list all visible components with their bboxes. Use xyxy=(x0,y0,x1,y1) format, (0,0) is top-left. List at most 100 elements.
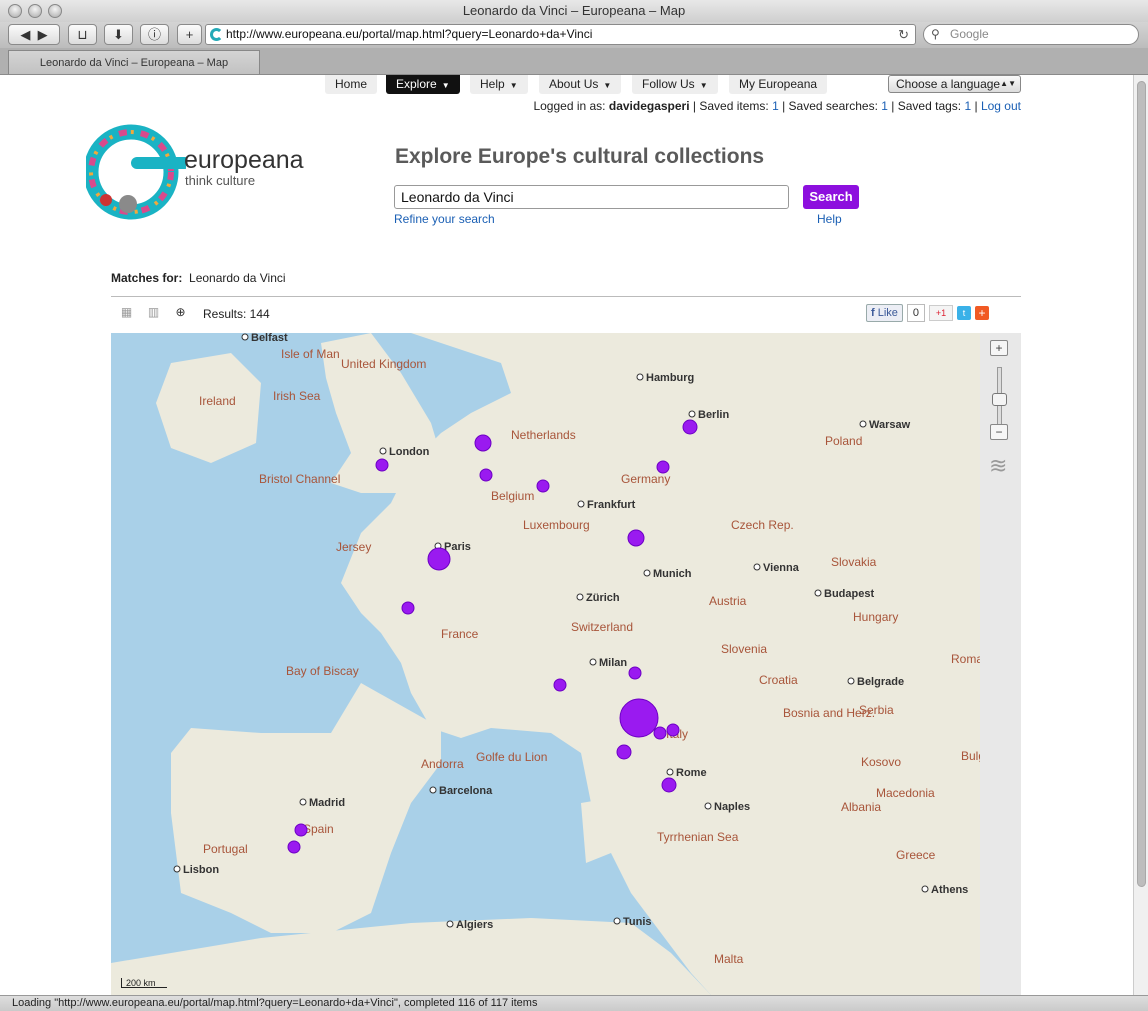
info-button[interactable]: ⓘ xyxy=(140,24,169,45)
city-dot xyxy=(636,373,644,381)
city-dot xyxy=(643,569,651,577)
back-forward-buttons[interactable]: ◀ ▶ xyxy=(8,24,60,45)
map-canvas[interactable]: Ireland United KingdomIsle of Man Irish Se… xyxy=(111,333,980,995)
addthis-icon[interactable]: + xyxy=(975,306,990,320)
grid-view-icon[interactable]: ▦ xyxy=(116,305,137,321)
zoom-window-button[interactable] xyxy=(48,4,62,18)
nav-my-europeana[interactable]: My Europeana xyxy=(729,75,828,94)
google-plus-button[interactable]: +1 xyxy=(929,305,954,321)
result-marker[interactable] xyxy=(619,698,659,738)
land-north-africa xyxy=(111,918,711,995)
refine-search-link[interactable]: Refine your search xyxy=(394,212,495,226)
download-icon: ⬇ xyxy=(113,27,124,42)
result-marker[interactable] xyxy=(661,777,677,793)
result-marker[interactable] xyxy=(479,468,493,482)
bookmarks-button[interactable]: ⊔ xyxy=(68,24,97,45)
zoom-in-button[interactable]: + xyxy=(990,340,1008,356)
search-input[interactable]: ⚲ Google xyxy=(923,24,1139,45)
result-marker[interactable] xyxy=(656,460,670,474)
nav-follow-us[interactable]: Follow Us ▼ xyxy=(632,75,718,94)
like-label: Like xyxy=(877,307,898,319)
zoom-slider-handle[interactable] xyxy=(992,393,1007,406)
tab-active[interactable]: Leonardo da Vinci – Europeana – Map xyxy=(8,50,260,74)
nav-about-us[interactable]: About Us ▼ xyxy=(539,75,622,94)
web-page: Home Explore ▼ Help ▼ About Us ▼ Follow Us ▼… xyxy=(0,75,1133,995)
window-controls xyxy=(8,4,62,18)
map-region-label: Albania xyxy=(841,800,881,814)
city-dot xyxy=(921,885,929,893)
logout-link[interactable]: Log out xyxy=(981,99,1021,113)
result-marker[interactable] xyxy=(401,601,415,615)
europeana-logo[interactable] xyxy=(86,122,186,232)
map-city-label: Athens xyxy=(931,884,968,896)
timeline-view-icon[interactable]: ▥ xyxy=(143,305,164,321)
page-scrollbar-thumb[interactable] xyxy=(1137,81,1146,887)
saved-items-label: Saved items: xyxy=(699,99,773,113)
city-dot xyxy=(577,500,585,508)
search-button[interactable]: Search xyxy=(803,185,859,209)
result-marker[interactable] xyxy=(287,840,301,854)
layers-icon[interactable]: ≋ xyxy=(989,453,1007,479)
result-marker[interactable] xyxy=(666,723,680,737)
chevron-down-icon: ▼ xyxy=(603,81,612,90)
address-bar[interactable]: http://www.europeana.eu/portal/map.html?… xyxy=(205,24,916,45)
login-bar: Logged in as: davidegasperi | Saved item… xyxy=(533,99,1021,113)
nav-explore[interactable]: Explore ▼ xyxy=(386,75,460,94)
map-region-label: France xyxy=(441,627,479,641)
browser-toolbar: ◀ ▶ ⊔ ⬇ ⓘ + http://www.europeana.eu/port… xyxy=(0,22,1148,48)
result-marker[interactable] xyxy=(628,666,642,680)
close-window-button[interactable] xyxy=(8,4,22,18)
address-text: http://www.europeana.eu/portal/map.html?… xyxy=(226,27,593,41)
chevron-down-icon: ▼ xyxy=(509,81,518,90)
result-marker[interactable] xyxy=(627,529,645,547)
map-region-label: Belgium xyxy=(491,489,534,503)
status-bar: Loading "http://www.europeana.eu/portal/… xyxy=(0,995,1148,1011)
result-marker[interactable] xyxy=(553,678,567,692)
result-marker[interactable] xyxy=(474,434,492,452)
saved-items-link[interactable]: 1 xyxy=(772,99,779,113)
map-city-label: Belfast xyxy=(251,333,288,344)
city-dot xyxy=(613,917,621,925)
map-view-icon[interactable]: ⊕ xyxy=(170,305,191,321)
map-region-label: Croatia xyxy=(759,673,798,687)
result-marker[interactable] xyxy=(427,547,451,571)
nav-help[interactable]: Help ▼ xyxy=(470,75,528,94)
result-marker[interactable] xyxy=(375,458,389,472)
twitter-icon[interactable]: t xyxy=(957,306,972,320)
results-map[interactable]: Ireland United Kingdom Isle of Man Irish Se… xyxy=(111,333,980,995)
map-region-label: Isle of Man xyxy=(281,347,340,361)
zoom-out-button[interactable]: − xyxy=(990,424,1008,440)
chevron-down-icon: ▼ xyxy=(441,81,450,90)
forward-icon[interactable]: ▶ xyxy=(38,27,48,42)
map-region-label: Luxembourg xyxy=(523,518,590,532)
bookmarks-icon: ⊔ xyxy=(77,27,88,42)
search-help-link[interactable]: Help xyxy=(817,212,842,226)
back-icon[interactable]: ◀ xyxy=(20,27,30,42)
language-select[interactable]: Choose a language ▲▼ xyxy=(888,75,1021,93)
map-region-label: Kosovo xyxy=(861,755,901,769)
result-marker[interactable] xyxy=(294,823,308,837)
result-marker[interactable] xyxy=(653,726,667,740)
result-marker[interactable] xyxy=(682,419,698,435)
map-city-label: London xyxy=(389,446,430,458)
matches-line: Matches for: Leonardo da Vinci xyxy=(111,271,286,285)
facebook-like-button[interactable]: f Like xyxy=(866,304,903,322)
map-city-label: Belgrade xyxy=(857,676,904,688)
result-marker[interactable] xyxy=(616,744,632,760)
map-city-label: Berlin xyxy=(698,409,729,421)
minimize-window-button[interactable] xyxy=(28,4,42,18)
city-dot xyxy=(429,786,437,794)
saved-tags-link[interactable]: 1 xyxy=(964,99,971,113)
city-dot xyxy=(589,658,597,666)
new-tab-button[interactable]: + xyxy=(177,24,202,45)
language-select-label: Choose a language xyxy=(896,77,1001,91)
nav-home[interactable]: Home xyxy=(325,75,378,94)
map-city-label: Rome xyxy=(676,767,707,779)
query-input[interactable]: Leonardo da Vinci xyxy=(394,185,789,209)
result-marker[interactable] xyxy=(536,479,550,493)
download-button[interactable]: ⬇ xyxy=(104,24,133,45)
saved-searches-link[interactable]: 1 xyxy=(881,99,888,113)
page-scrollbar[interactable] xyxy=(1133,75,1148,995)
reload-icon[interactable]: ↻ xyxy=(898,25,909,44)
map-city-label: Vienna xyxy=(763,562,800,574)
